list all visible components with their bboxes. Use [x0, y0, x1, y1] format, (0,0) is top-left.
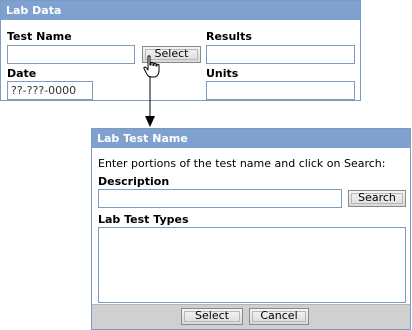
cancel-button-label: Cancel	[260, 309, 298, 322]
dialog-select-button[interactable]: Select	[181, 308, 243, 325]
search-button-label: Search	[358, 191, 396, 204]
dialog-instruction: Enter portions of the test name and clic…	[98, 157, 386, 170]
lab-test-name-dialog: Lab Test Name Enter portions of the test…	[91, 128, 411, 330]
date-field[interactable]	[7, 81, 93, 100]
lab-data-title: Lab Data	[1, 1, 360, 20]
arrow-down-icon	[145, 76, 155, 127]
search-button[interactable]: Search	[348, 190, 406, 207]
dialog-title: Lab Test Name	[92, 129, 410, 148]
test-name-label: Test Name	[7, 30, 72, 43]
description-label: Description	[98, 175, 170, 188]
lab-test-types-label: Lab Test Types	[98, 213, 189, 226]
results-field[interactable]	[206, 45, 355, 64]
date-label: Date	[7, 67, 37, 80]
units-label: Units	[206, 67, 239, 80]
units-field[interactable]	[206, 81, 355, 100]
lab-data-panel: Lab Data Test Name Select Results Date U…	[0, 0, 361, 101]
description-field[interactable]	[98, 189, 342, 208]
dialog-select-button-label: Select	[195, 309, 229, 322]
dialog-footer: Select Cancel	[92, 304, 410, 329]
lab-test-types-list[interactable]	[98, 227, 406, 303]
test-name-field[interactable]	[7, 45, 135, 64]
results-label: Results	[206, 30, 252, 43]
cancel-button[interactable]: Cancel	[249, 308, 309, 325]
